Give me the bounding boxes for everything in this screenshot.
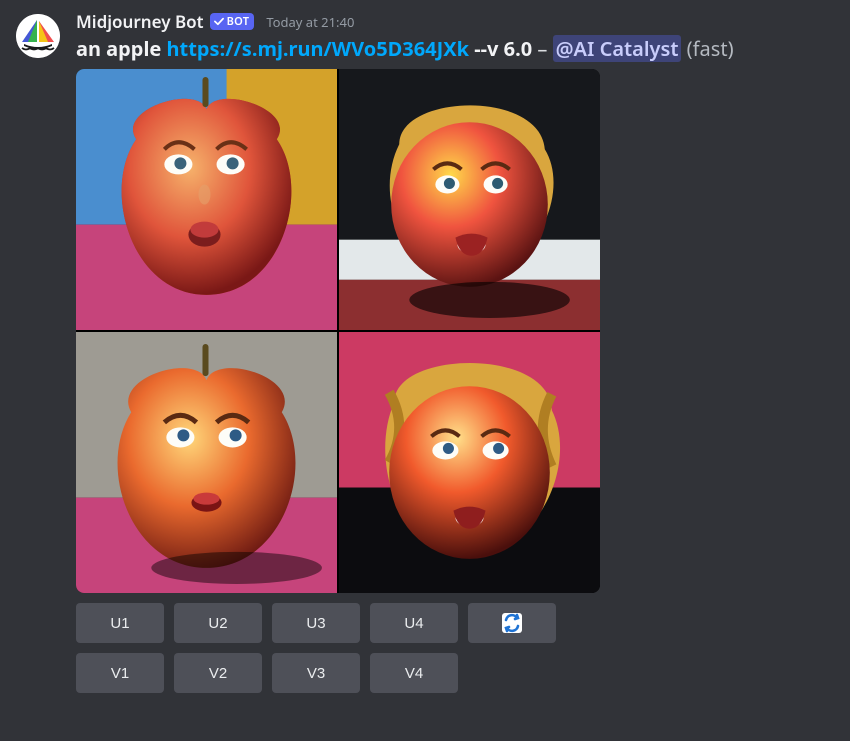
- midjourney-message: Midjourney Bot BOT Today at 21:40 an app…: [0, 0, 850, 711]
- prompt-suffix: (fast): [687, 35, 734, 62]
- v1-button[interactable]: V1: [76, 653, 164, 693]
- gen-image-1: [76, 69, 337, 330]
- v2-button[interactable]: V2: [174, 653, 262, 693]
- v4-button[interactable]: V4: [370, 653, 458, 693]
- gen-image-2: [339, 69, 600, 330]
- upscale-row: U1 U2 U3 U4: [76, 603, 834, 643]
- message-header: Midjourney Bot BOT Today at 21:40: [76, 10, 834, 33]
- reroll-button[interactable]: [468, 603, 556, 643]
- u2-button[interactable]: U2: [174, 603, 262, 643]
- gen-image-4: [339, 332, 600, 593]
- prompt-text: an apple: [76, 35, 161, 62]
- u4-button[interactable]: U4: [370, 603, 458, 643]
- gen-image-3: [76, 332, 337, 593]
- bot-avatar[interactable]: [16, 14, 60, 58]
- username[interactable]: Midjourney Bot: [76, 10, 204, 33]
- v3-button[interactable]: V3: [272, 653, 360, 693]
- u1-button[interactable]: U1: [76, 603, 164, 643]
- prompt-separator: –: [537, 35, 547, 62]
- prompt-link[interactable]: https://s.mj.run/WVo5D364JXk: [167, 35, 470, 62]
- bot-badge-text: BOT: [227, 14, 250, 29]
- prompt-line: an apple https://s.mj.run/WVo5D364JXk --…: [76, 35, 834, 63]
- generated-image-grid[interactable]: [76, 69, 600, 593]
- variation-row: V1 V2 V3 V4: [76, 653, 834, 693]
- bot-badge: BOT: [210, 13, 255, 30]
- user-mention[interactable]: @AI Catalyst: [553, 35, 682, 62]
- message-content: Midjourney Bot BOT Today at 21:40 an app…: [76, 10, 834, 703]
- u3-button[interactable]: U3: [272, 603, 360, 643]
- prompt-version: --v 6.0: [474, 35, 532, 62]
- timestamp: Today at 21:40: [266, 13, 354, 31]
- reroll-icon: [500, 611, 524, 635]
